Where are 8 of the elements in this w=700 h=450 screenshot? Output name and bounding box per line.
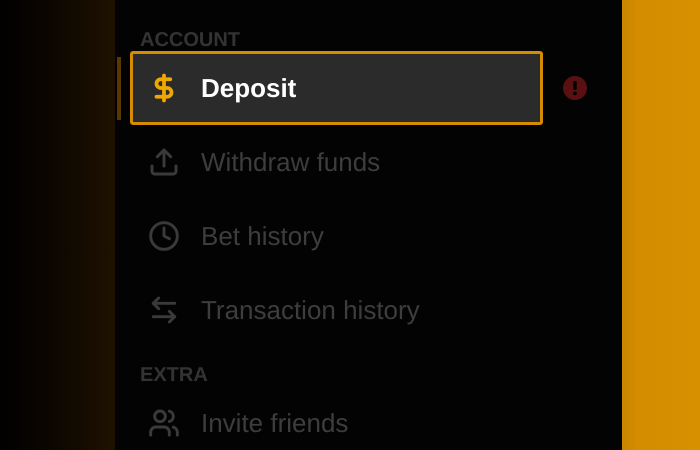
menu-item[interactable]: Invite friends xyxy=(130,386,543,450)
menu-item[interactable]: Deposit xyxy=(130,51,543,125)
menu-item[interactable]: Bet history xyxy=(130,199,543,273)
upload-icon xyxy=(148,146,180,178)
clock-icon xyxy=(148,220,180,252)
people-icon xyxy=(148,407,180,439)
menu-item[interactable]: Transaction history xyxy=(130,273,543,347)
menu-item[interactable]: Withdraw funds xyxy=(130,125,543,199)
